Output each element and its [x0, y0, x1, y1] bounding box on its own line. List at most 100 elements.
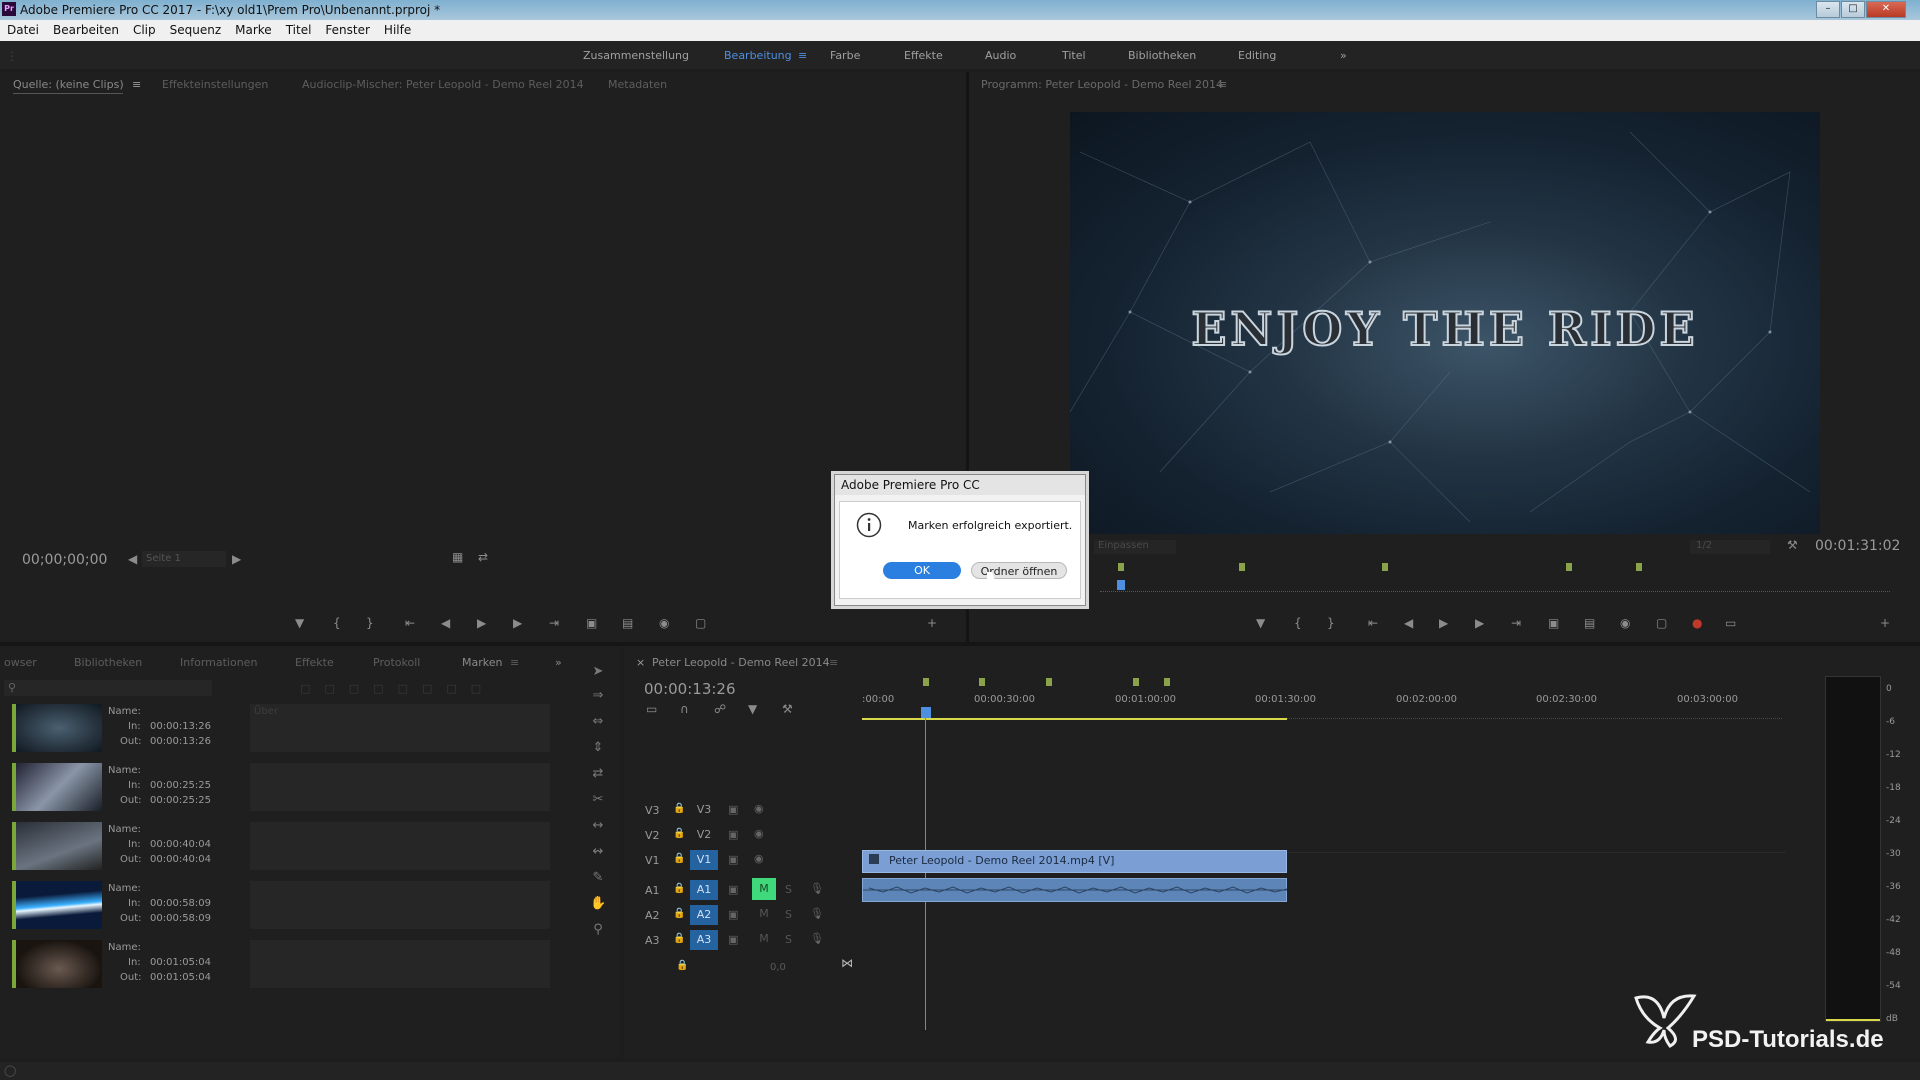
video-target-toggle[interactable]: V3 [690, 800, 718, 820]
marker-row[interactable]: Name: In: 00:01:05:04 Out: 00:01:05:04 [6, 936, 551, 992]
end-of-sequence-icon[interactable]: ⋈ [841, 956, 853, 970]
tab-source[interactable]: Quelle: (keine Clips) [13, 78, 124, 91]
extract-icon[interactable]: ▤ [1584, 616, 1595, 630]
video-lock-icon[interactable]: 🔒 [673, 828, 685, 839]
video-track-label[interactable]: V1 [645, 854, 660, 867]
audio-track-label[interactable]: A2 [645, 909, 660, 922]
go-to-out-icon[interactable]: ⇥ [1511, 616, 1521, 630]
fit-select[interactable]: Einpassen [1094, 540, 1176, 554]
marker[interactable] [1164, 678, 1170, 686]
program-menu-icon[interactable]: ≡ [1218, 78, 1227, 91]
selection-tool-icon[interactable]: ➤ [590, 664, 606, 680]
eye-icon[interactable]: ◉ [754, 802, 764, 815]
menu-titel[interactable]: Titel [279, 20, 319, 37]
marker[interactable] [979, 678, 985, 686]
comparison-icon[interactable]: ▢ [1656, 616, 1667, 630]
add-marker-icon[interactable]: ▼ [748, 702, 757, 716]
mark-in-icon[interactable]: { [1294, 616, 1302, 630]
marker[interactable] [1566, 563, 1572, 571]
tab-effect-controls[interactable]: Effekteinstellungen [162, 78, 268, 91]
menu-bearbeiten[interactable]: Bearbeiten [46, 20, 126, 37]
audio-target-toggle[interactable]: A1 [690, 880, 718, 900]
close-sequence-icon[interactable]: × [636, 656, 645, 669]
add-button-icon[interactable]: + [927, 616, 937, 630]
camera-icon[interactable]: ◉ [659, 616, 669, 630]
video-target-toggle[interactable]: V2 [690, 825, 718, 845]
audio-target-toggle[interactable]: A2 [690, 905, 718, 925]
audio-lock-icon[interactable]: 🔒 [673, 883, 685, 894]
track-select-tool-icon[interactable]: ⇒ [590, 688, 606, 704]
master-volume[interactable]: 0,0 [770, 962, 786, 973]
nest-icon[interactable]: ▭ [646, 702, 657, 716]
marker[interactable] [1046, 678, 1052, 686]
marker[interactable] [1636, 563, 1642, 571]
video-sync-icon[interactable]: ▣ [728, 828, 738, 841]
overflow-tabs-icon[interactable]: » [555, 656, 562, 669]
source-timecode[interactable]: 00;00;00;00 [22, 552, 107, 568]
menu-sequenz[interactable]: Sequenz [163, 20, 229, 37]
timeline-timecode[interactable]: 00:00:13:26 [644, 680, 736, 698]
video-clip[interactable]: Peter Leopold - Demo Reel 2014.mp4 [V] [862, 850, 1287, 873]
prev-page-icon[interactable]: ◀ [128, 552, 137, 566]
menu-fenster[interactable]: Fenster [318, 20, 377, 37]
marker-row[interactable]: Name: In: 00:00:25:25 Out: 00:00:25:25 [6, 759, 551, 815]
video-track-label[interactable]: V3 [645, 804, 660, 817]
tab-audio-clip-mixer[interactable]: Audioclip-Mischer: Peter Leopold - Demo … [302, 78, 584, 91]
overlay-icon[interactable]: ▢ [695, 616, 706, 630]
go-to-out-icon[interactable]: ⇥ [549, 616, 559, 630]
play-icon[interactable]: ▶ [477, 616, 486, 630]
add-marker-icon[interactable]: ▼ [295, 616, 304, 630]
export-frame-icon[interactable]: ▦ [452, 550, 463, 564]
tab-effects[interactable]: Effekte [295, 656, 334, 669]
audio-target-toggle[interactable]: A3 [690, 930, 718, 950]
rate-stretch-tool-icon[interactable]: ⇄ [590, 766, 606, 782]
voiceover-mic-icon[interactable]: 🎙 [810, 932, 824, 945]
marker-comment-field[interactable] [250, 822, 550, 870]
slip-tool-icon[interactable]: ↔ [590, 818, 606, 834]
video-track-label[interactable]: V2 [645, 829, 660, 842]
add-button-icon[interactable]: + [1880, 616, 1890, 630]
ripple-edit-tool-icon[interactable]: ⇔ [590, 714, 606, 730]
maximize-icon[interactable]: □ [1841, 1, 1865, 18]
minimize-icon[interactable]: – [1816, 1, 1840, 18]
marker-color-filters[interactable]: □□□□□□□□ [300, 682, 540, 696]
tab-history[interactable]: Protokoll [373, 656, 420, 669]
solo-toggle[interactable]: S [785, 933, 792, 946]
audio-clip[interactable] [862, 878, 1287, 902]
close-icon[interactable]: ✕ [1866, 1, 1906, 18]
snap-icon[interactable]: ∩ [680, 702, 689, 716]
workspace-bearbeitung[interactable]: Bearbeitung [724, 49, 792, 62]
workspace-effekte[interactable]: Effekte [904, 49, 943, 62]
menu-hilfe[interactable]: Hilfe [377, 20, 418, 37]
marker-comment-field[interactable]: Über [250, 704, 550, 752]
rolling-edit-tool-icon[interactable]: ⇕ [590, 740, 606, 756]
workspace-audio[interactable]: Audio [985, 49, 1016, 62]
wrench-icon[interactable]: ⚒ [1787, 538, 1798, 552]
camera-icon[interactable]: ◉ [1620, 616, 1630, 630]
audio-lock-icon[interactable]: 🔒 [673, 933, 685, 944]
program-time-ruler[interactable] [1100, 585, 1890, 592]
workspace-menu-icon[interactable]: ≡ [798, 49, 807, 62]
step-back-icon[interactable]: ◀ [1404, 616, 1413, 630]
go-to-in-icon[interactable]: ⇤ [1368, 616, 1378, 630]
next-page-icon[interactable]: ▶ [232, 552, 241, 566]
master-lock-icon[interactable]: 🔒 [676, 960, 688, 971]
open-folder-button[interactable]: Ordner öffnen [971, 562, 1067, 579]
zoom-tool-icon[interactable]: ⚲ [590, 922, 606, 938]
razor-tool-icon[interactable]: ✂ [590, 792, 606, 808]
sequence-tab[interactable]: Peter Leopold - Demo Reel 2014 [652, 656, 830, 669]
step-back-icon[interactable]: ◀ [441, 616, 450, 630]
tab-libraries[interactable]: Bibliotheken [74, 656, 142, 669]
program-title[interactable]: Programm: Peter Leopold - Demo Reel 2014 [981, 78, 1223, 91]
wrench-icon[interactable]: ⚒ [782, 702, 793, 716]
tab-metadata[interactable]: Metadaten [608, 78, 667, 91]
record-icon[interactable]: ● [1692, 616, 1702, 630]
program-playhead[interactable] [1117, 580, 1125, 590]
solo-toggle[interactable]: S [785, 883, 792, 896]
ok-button[interactable]: OK [883, 562, 961, 579]
settings-icon[interactable]: ⇄ [478, 550, 488, 564]
marker-row[interactable]: Name: In: 00:00:58:09 Out: 00:00:58:09 [6, 877, 551, 933]
overwrite-icon[interactable]: ▤ [622, 616, 633, 630]
menu-marke[interactable]: Marke [228, 20, 279, 37]
marker-comment-field[interactable] [250, 881, 550, 929]
